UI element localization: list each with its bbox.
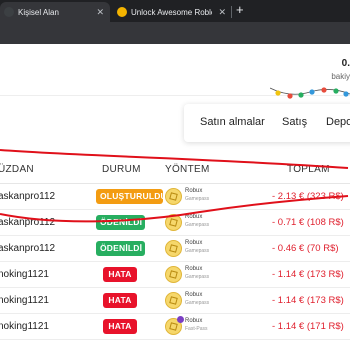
nav-deposit[interactable]: Depo xyxy=(326,116,350,128)
robux-icon xyxy=(165,214,182,231)
method-subtype: Gamepass xyxy=(185,300,210,306)
festive-lights-icon xyxy=(270,87,350,99)
method-subtype: Gamepass xyxy=(185,196,210,202)
robux-icon xyxy=(165,266,182,283)
method-name: Robux xyxy=(185,266,203,272)
robux-fastpass-icon xyxy=(165,316,184,335)
tab-roblox-skins[interactable]: Unlock Awesome Roblox Skins ✕ xyxy=(110,2,232,22)
column-header-total: TOPLAM xyxy=(287,164,330,175)
method-subtype: Gamepass xyxy=(185,248,210,254)
table-header: ÜZDAN DURUM YÖNTEM TOPLAM xyxy=(0,156,350,184)
new-tab-button[interactable]: + xyxy=(236,3,244,17)
column-header-status: DURUM xyxy=(102,164,141,175)
method-name: Robux xyxy=(185,318,203,324)
row-total: - 1.14 € (173 R$) xyxy=(272,269,344,280)
transactions-table: ÜZDAN DURUM YÖNTEM TOPLAM askanpro112 OL… xyxy=(0,156,350,340)
status-badge: OLUŞTURULDU xyxy=(96,189,167,204)
site-favicon-icon xyxy=(4,7,14,17)
method-subtype: Fast-Pass xyxy=(185,326,208,332)
account-nav: Satın almalar Satış Depo xyxy=(184,104,350,142)
method-name: Robux xyxy=(185,188,203,194)
column-header-method: YÖNTEM xyxy=(165,164,210,175)
row-username: noking1121 xyxy=(0,321,49,332)
row-username: askanpro112 xyxy=(0,217,56,228)
nav-purchases[interactable]: Satın almalar xyxy=(200,116,265,128)
browser-toolbar xyxy=(0,22,350,44)
row-total: - 0.46 € (70 R$) xyxy=(272,243,339,254)
row-total: - 1.14 € (171 R$) xyxy=(272,321,344,332)
row-total: - 0.71 € (108 R$) xyxy=(272,217,344,228)
status-badge: HATA xyxy=(103,293,137,308)
balance-label: bakiy xyxy=(331,72,350,81)
robux-icon xyxy=(165,292,182,309)
nav-sales[interactable]: Satış xyxy=(282,116,307,128)
table-row[interactable]: askanpro112 OLUŞTURULDU Robux Gamepass -… xyxy=(0,184,350,210)
table-row[interactable]: askanpro112 ÖDENİLDİ Robux Gamepass - 0.… xyxy=(0,210,350,236)
site-favicon-icon xyxy=(117,7,127,17)
row-username: noking1121 xyxy=(0,295,49,306)
table-row[interactable]: noking1121 HATA Robux Fast-Pass - 1.14 €… xyxy=(0,314,350,340)
status-badge: ÖDENİLDİ xyxy=(96,215,145,230)
tab-separator xyxy=(231,6,232,18)
robux-icon xyxy=(165,240,182,257)
tab-title: Kişisel Alan xyxy=(18,7,59,17)
status-badge: HATA xyxy=(103,267,137,282)
table-row[interactable]: noking1121 HATA Robux Gamepass - 1.14 € … xyxy=(0,288,350,314)
method-subtype: Gamepass xyxy=(185,222,210,228)
status-badge: HATA xyxy=(103,319,137,334)
row-total: - 2.13 € (323 R$) xyxy=(272,191,344,202)
row-username: askanpro112 xyxy=(0,191,56,202)
method-name: Robux xyxy=(185,240,203,246)
row-username: askanpro112 xyxy=(0,243,56,254)
tab-personal-area[interactable]: Kişisel Alan ✕ xyxy=(0,2,110,22)
column-header-from: ÜZDAN xyxy=(0,164,34,175)
table-row[interactable]: askanpro112 ÖDENİLDİ Robux Gamepass - 0.… xyxy=(0,236,350,262)
table-row[interactable]: noking1121 HATA Robux Gamepass - 1.14 € … xyxy=(0,262,350,288)
robux-icon xyxy=(165,188,182,205)
close-icon[interactable]: ✕ xyxy=(212,7,232,18)
tab-title: Unlock Awesome Roblox Skins xyxy=(131,7,212,17)
row-total: - 1.14 € (173 R$) xyxy=(272,295,344,306)
balance-value: 0. xyxy=(341,58,350,69)
close-icon[interactable]: ✕ xyxy=(90,7,110,18)
row-username: noking1121 xyxy=(0,269,49,280)
status-badge: ÖDENİLDİ xyxy=(96,241,145,256)
method-subtype: Gamepass xyxy=(185,274,210,280)
method-name: Robux xyxy=(185,214,203,220)
method-name: Robux xyxy=(185,292,203,298)
browser-tab-bar: Kişisel Alan ✕ Unlock Awesome Roblox Ski… xyxy=(0,0,350,22)
